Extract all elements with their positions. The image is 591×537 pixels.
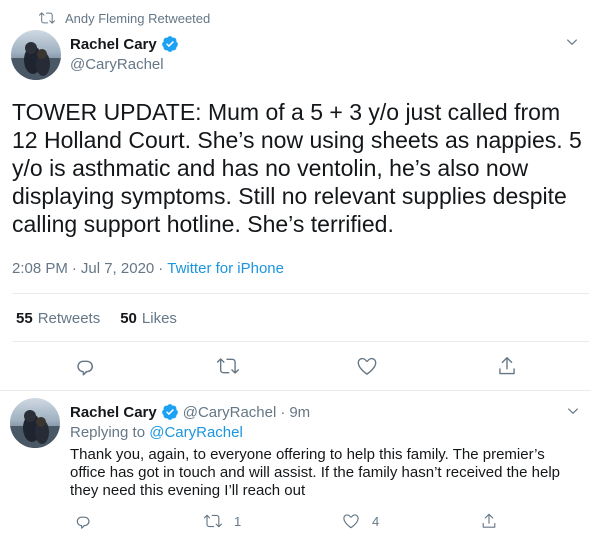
reply-icon xyxy=(74,512,92,530)
share-icon xyxy=(496,355,518,377)
tweet-time[interactable]: 2:08 PM xyxy=(12,260,68,277)
reply-text: Thank you, again, to everyone offering t… xyxy=(70,446,560,499)
like-button[interactable]: 4 xyxy=(342,512,379,530)
retweet-context-text: Andy Fleming Retweeted xyxy=(65,10,211,26)
retweet-icon xyxy=(39,10,55,26)
retweets-stat[interactable]: 55 Retweets xyxy=(16,310,100,327)
divider xyxy=(12,293,589,294)
more-options-chevron-down-icon[interactable] xyxy=(565,35,579,49)
avatar[interactable] xyxy=(10,398,60,448)
share-button[interactable] xyxy=(496,355,518,377)
share-button[interactable] xyxy=(480,512,498,530)
retweet-icon xyxy=(204,512,222,530)
retweets-label: Retweets xyxy=(37,310,101,327)
heart-icon xyxy=(356,355,378,377)
author-handle[interactable]: @CaryRachel xyxy=(70,56,179,73)
meta-separator: · xyxy=(158,260,164,277)
avatar[interactable] xyxy=(11,30,61,80)
reply-retweets-count: 1 xyxy=(234,513,242,529)
tweet-author[interactable]: Rachel Cary @CaryRachel xyxy=(70,34,179,73)
likes-stat[interactable]: 50 Likes xyxy=(120,310,177,327)
divider xyxy=(0,390,591,391)
author-name[interactable]: Rachel Cary xyxy=(70,36,157,53)
reply-author[interactable]: Rachel Cary @CaryRachel · 9m xyxy=(70,402,310,422)
like-button[interactable] xyxy=(356,355,378,377)
tweet-meta: 2:08 PM · Jul 7, 2020 · Twitter for iPho… xyxy=(12,260,284,277)
tweet-source-link[interactable]: Twitter for iPhone xyxy=(167,260,284,277)
retweet-button[interactable]: 1 xyxy=(204,512,241,530)
retweets-count: 55 xyxy=(16,310,33,327)
meta-separator: · xyxy=(71,260,77,277)
more-options-chevron-down-icon[interactable] xyxy=(566,404,580,418)
tweet-text: TOWER UPDATE: Mum of a 5 + 3 y/o just ca… xyxy=(12,99,582,237)
retweet-icon xyxy=(217,355,239,377)
retweet-context[interactable]: Andy Fleming Retweeted xyxy=(38,9,210,27)
verified-badge-icon xyxy=(161,403,179,421)
reply-likes-count: 4 xyxy=(372,513,380,529)
replying-to-label: Replying to xyxy=(70,424,146,441)
meta-separator: · xyxy=(280,403,286,421)
reply-button[interactable] xyxy=(74,512,92,530)
divider xyxy=(12,341,589,342)
reply-author-handle[interactable]: @CaryRachel xyxy=(183,404,277,421)
reply-icon xyxy=(74,355,96,377)
likes-label: Likes xyxy=(141,310,177,327)
heart-icon xyxy=(342,512,360,530)
verified-badge-icon xyxy=(161,35,179,53)
reply-button[interactable] xyxy=(74,355,96,377)
reply-time[interactable]: 9m xyxy=(289,404,310,421)
replying-to-mention-link[interactable]: @CaryRachel xyxy=(149,424,243,441)
share-icon xyxy=(480,512,498,530)
replying-to: Replying to @CaryRachel xyxy=(70,424,243,441)
tweet-stats: 55 Retweets 50 Likes xyxy=(16,310,197,327)
reply-author-name[interactable]: Rachel Cary xyxy=(70,404,157,421)
retweet-button[interactable] xyxy=(217,355,239,377)
likes-count: 50 xyxy=(120,310,137,327)
tweet-date[interactable]: Jul 7, 2020 xyxy=(81,260,154,277)
